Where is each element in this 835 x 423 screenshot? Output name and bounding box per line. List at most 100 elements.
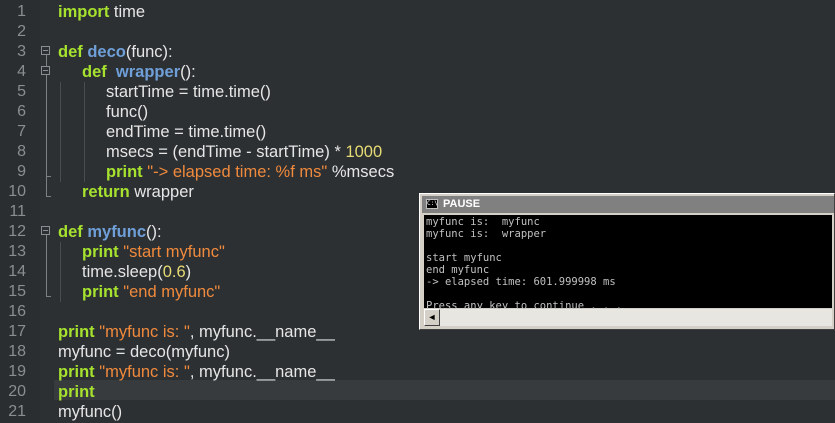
code-text-fragment: %msecs	[327, 163, 395, 181]
code-text-fragment: (func):	[125, 43, 173, 61]
code-line-9: print "-> elapsed time: %f ms" %msecs	[106, 162, 394, 182]
string-literal: "myfunc is: "	[99, 323, 190, 341]
indent-guide	[60, 82, 61, 182]
code-line-7: endTime = time.time()	[106, 122, 266, 142]
keyword: print	[106, 163, 143, 181]
line-number: 3	[17, 43, 26, 60]
console-window[interactable]: C:\ PAUSE myfunc is: myfunc myfunc is: w…	[419, 193, 835, 330]
console-line: start myfunc	[426, 252, 502, 264]
line-number: 2	[17, 23, 26, 40]
fold-end-tick	[46, 196, 51, 197]
line-number: 4	[17, 63, 26, 80]
line-number-gutter: 1 2 3 4 5 6 7 8 9 10 11 12 13 14 15 16 1…	[0, 0, 40, 423]
fold-collapse-icon[interactable]	[41, 226, 50, 235]
code-line-17: print "myfunc is: ", myfunc.__name__	[58, 322, 335, 342]
function-name: deco	[87, 43, 126, 61]
code-text-fragment: time	[109, 3, 146, 21]
line-number: 9	[17, 163, 26, 180]
fold-end-tick	[46, 296, 51, 297]
current-line-highlight	[54, 380, 835, 400]
fold-collapse-icon[interactable]	[41, 46, 50, 55]
indent-guide	[84, 82, 85, 182]
horizontal-scrollbar[interactable]: ◄	[424, 309, 832, 326]
keyword: def	[82, 63, 107, 81]
line-number: 19	[8, 363, 26, 380]
code-text-fragment: , myfunc.__name__	[189, 363, 335, 381]
line-number: 18	[8, 343, 26, 360]
code-line-1: import time	[58, 2, 145, 22]
line-number: 17	[8, 323, 26, 340]
console-line: -> elapsed time: 601.999998 ms	[426, 276, 616, 288]
console-title: PAUSE	[443, 198, 481, 210]
code-line-15: print "end myfunc"	[82, 282, 220, 302]
number-literal: 0.6	[162, 263, 186, 281]
code-line-14: time.sleep(0.6)	[82, 262, 191, 282]
console-line: end myfunc	[426, 264, 490, 276]
keyword: print	[58, 363, 95, 381]
code-text-fragment: msecs = (endTime - startTime) *	[106, 143, 346, 161]
code-text-fragment: wrapper	[129, 183, 194, 201]
fold-line	[46, 75, 47, 197]
line-number: 15	[8, 283, 26, 300]
keyword: print	[58, 323, 95, 341]
keyword: return	[82, 183, 130, 201]
fold-line	[46, 55, 47, 66]
code-line-6: func()	[106, 102, 148, 122]
string-literal: "-> elapsed time: %f ms"	[147, 163, 328, 181]
keyword: import	[58, 3, 110, 21]
code-line-3: def deco(func):	[58, 42, 173, 62]
code-text-fragment: )	[185, 263, 192, 281]
code-line-4: def wrapper():	[82, 62, 196, 82]
line-number: 12	[8, 223, 26, 240]
scroll-left-icon[interactable]: ◄	[424, 309, 440, 326]
code-text-fragment: ():	[146, 223, 162, 241]
cmd-icon: C:\	[426, 199, 438, 209]
function-name: myfunc	[87, 223, 147, 241]
keyword: print	[82, 283, 119, 301]
code-line-10: return wrapper	[82, 182, 194, 202]
line-number: 11	[9, 203, 26, 220]
line-number: 6	[17, 103, 26, 120]
line-number: 14	[8, 263, 26, 280]
function-name: wrapper	[115, 63, 181, 81]
string-literal: "myfunc is: "	[99, 363, 190, 381]
code-text-fragment: ():	[180, 63, 196, 81]
line-number: 21	[8, 403, 26, 420]
code-text-fragment: startTime = time.time()	[106, 83, 271, 101]
code-line-18: myfunc = deco(myfunc)	[58, 342, 230, 362]
string-literal: "start myfunc"	[123, 243, 225, 261]
console-line: myfunc is: myfunc	[426, 216, 540, 228]
line-number: 16	[8, 303, 26, 320]
console-output[interactable]: myfunc is: myfunc myfunc is: wrapper sta…	[424, 215, 832, 312]
code-text-fragment: func()	[106, 103, 149, 121]
line-number: 20	[8, 383, 26, 400]
code-text-fragment: endTime = time.time()	[106, 123, 267, 141]
line-number: 8	[17, 143, 26, 160]
line-number: 13	[8, 243, 26, 260]
line-number: 10	[8, 183, 26, 200]
code-text-fragment: time.sleep(	[82, 263, 163, 281]
code-text-fragment: , myfunc.__name__	[189, 323, 335, 341]
fold-line	[46, 235, 47, 297]
console-title-bar[interactable]: C:\ PAUSE	[422, 196, 834, 213]
line-number: 1	[17, 3, 26, 20]
indent-guide	[60, 242, 61, 302]
code-text-fragment: myfunc()	[58, 403, 123, 421]
keyword: print	[82, 243, 119, 261]
number-literal: 1000	[345, 143, 383, 161]
code-line-12: def myfunc():	[58, 222, 162, 242]
code-line-21: myfunc()	[58, 402, 122, 422]
fold-collapse-icon[interactable]	[41, 66, 50, 75]
code-text-fragment: myfunc = deco(myfunc)	[58, 343, 230, 361]
string-literal: "end myfunc"	[123, 283, 221, 301]
line-number: 5	[17, 83, 26, 100]
code-line-20: print	[58, 382, 95, 402]
fold-margin	[40, 0, 54, 423]
keyword: def	[58, 223, 83, 241]
keyword: def	[58, 43, 83, 61]
code-line-5: startTime = time.time()	[106, 82, 271, 102]
fold-end-tick	[46, 176, 51, 177]
code-line-8: msecs = (endTime - startTime) * 1000	[106, 142, 382, 162]
code-line-19: print "myfunc is: ", myfunc.__name__	[58, 362, 335, 382]
keyword: print	[58, 383, 95, 401]
